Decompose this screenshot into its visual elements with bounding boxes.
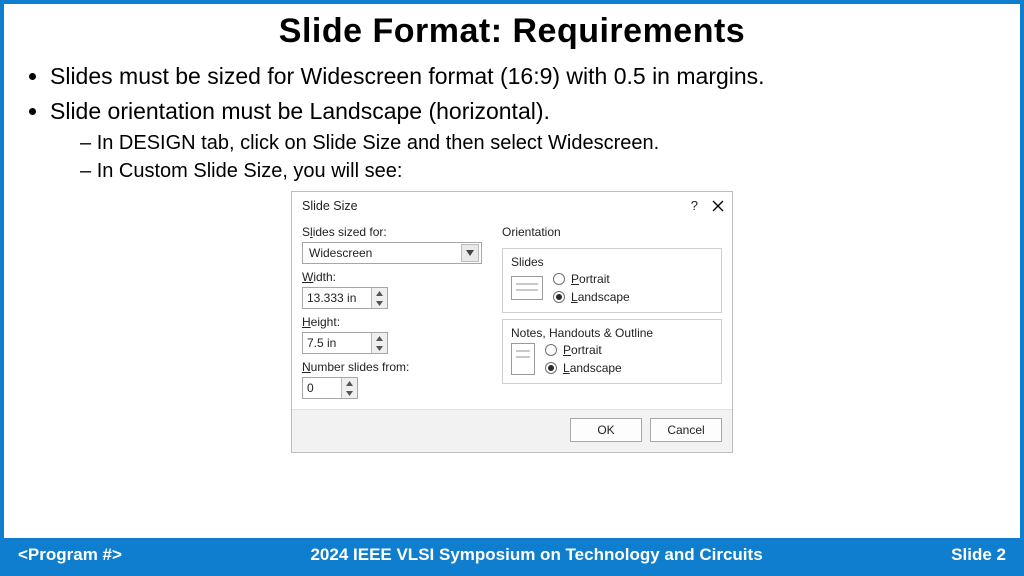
spin-down-icon[interactable] bbox=[372, 298, 387, 308]
footer-right: Slide 2 bbox=[951, 545, 1006, 565]
landscape-radio[interactable]: Landscape bbox=[545, 361, 622, 375]
spinner-buttons bbox=[371, 288, 387, 308]
height-spinner[interactable]: 7.5 in bbox=[302, 332, 388, 354]
orientation-row: Portrait Landscape bbox=[511, 272, 713, 304]
notes-group-title: Notes, Handouts & Outline bbox=[511, 326, 713, 340]
slide-size-dialog: Slide Size ? Slides sized for: Widescree… bbox=[291, 191, 733, 453]
spin-down-icon[interactable] bbox=[372, 343, 387, 353]
spin-up-icon[interactable] bbox=[342, 378, 357, 388]
width-spinner[interactable]: 13.333 in bbox=[302, 287, 388, 309]
notes-orientation-group: Notes, Handouts & Outline Portrait bbox=[502, 319, 722, 384]
radio-group: Portrait Landscape bbox=[545, 343, 622, 375]
titlebar-controls: ? bbox=[691, 198, 724, 213]
width-label: Width: bbox=[302, 270, 492, 284]
dialog-wrapper: Slide Size ? Slides sized for: Widescree… bbox=[24, 191, 1000, 453]
slides-orientation-group: Slides Portrait bbox=[502, 248, 722, 313]
cancel-button[interactable]: Cancel bbox=[650, 418, 722, 442]
radio-icon bbox=[545, 362, 557, 374]
dialog-title: Slide Size bbox=[302, 199, 358, 213]
number-from-label: Number slides from: bbox=[302, 360, 492, 374]
orientation-label: Orientation bbox=[502, 225, 722, 239]
page-icon bbox=[511, 343, 535, 375]
radio-icon bbox=[545, 344, 557, 356]
number-from-spinner[interactable]: 0 bbox=[302, 377, 358, 399]
help-button[interactable]: ? bbox=[691, 198, 698, 213]
sized-for-label: Slides sized for: bbox=[302, 225, 492, 239]
bullet-text: Slide orientation must be Landscape (hor… bbox=[50, 98, 550, 124]
dialog-right-column: Orientation Slides Portrait bbox=[502, 219, 722, 399]
spin-up-icon[interactable] bbox=[372, 333, 387, 343]
sub-bullet-list: In DESIGN tab, click on Slide Size and t… bbox=[50, 129, 1000, 185]
sub-bullet-item: In DESIGN tab, click on Slide Size and t… bbox=[80, 129, 1000, 157]
landscape-radio[interactable]: Landscape bbox=[553, 290, 630, 304]
chevron-down-icon[interactable] bbox=[461, 244, 479, 262]
radio-icon bbox=[553, 273, 565, 285]
sub-bullet-item: In Custom Slide Size, you will see: bbox=[80, 157, 1000, 185]
ok-button[interactable]: OK bbox=[570, 418, 642, 442]
bullet-item: Slides must be sized for Widescreen form… bbox=[50, 61, 1000, 92]
slide-frame: Slide Format: Requirements Slides must b… bbox=[0, 0, 1024, 576]
height-label: Height: bbox=[302, 315, 492, 329]
page-icon bbox=[511, 276, 543, 300]
dialog-button-row: OK Cancel bbox=[292, 409, 732, 452]
radio-icon bbox=[553, 291, 565, 303]
dialog-titlebar: Slide Size ? bbox=[292, 192, 732, 217]
sized-for-value: Widescreen bbox=[309, 246, 372, 260]
spin-up-icon[interactable] bbox=[372, 288, 387, 298]
close-icon[interactable] bbox=[712, 200, 724, 212]
slide-footer: <Program #> 2024 IEEE VLSI Symposium on … bbox=[4, 538, 1020, 572]
portrait-radio[interactable]: Portrait bbox=[545, 343, 622, 357]
portrait-radio[interactable]: Portrait bbox=[553, 272, 630, 286]
slides-group-title: Slides bbox=[511, 255, 713, 269]
footer-left: <Program #> bbox=[18, 545, 122, 565]
sized-for-combo[interactable]: Widescreen bbox=[302, 242, 482, 264]
page-title: Slide Format: Requirements bbox=[24, 12, 1000, 51]
footer-center: 2024 IEEE VLSI Symposium on Technology a… bbox=[310, 545, 762, 565]
bullet-item: Slide orientation must be Landscape (hor… bbox=[50, 96, 1000, 185]
radio-group: Portrait Landscape bbox=[553, 272, 630, 304]
orientation-row: Portrait Landscape bbox=[511, 343, 713, 375]
width-value: 13.333 in bbox=[303, 291, 371, 305]
dialog-left-column: Slides sized for: Widescreen Width: 13.3… bbox=[302, 219, 492, 399]
height-value: 7.5 in bbox=[303, 336, 371, 350]
spinner-buttons bbox=[341, 378, 357, 398]
bullet-list: Slides must be sized for Widescreen form… bbox=[24, 61, 1000, 185]
spin-down-icon[interactable] bbox=[342, 388, 357, 398]
slide-content: Slide Format: Requirements Slides must b… bbox=[4, 4, 1020, 538]
spinner-buttons bbox=[371, 333, 387, 353]
number-from-value: 0 bbox=[303, 381, 341, 395]
dialog-body: Slides sized for: Widescreen Width: 13.3… bbox=[292, 217, 732, 409]
